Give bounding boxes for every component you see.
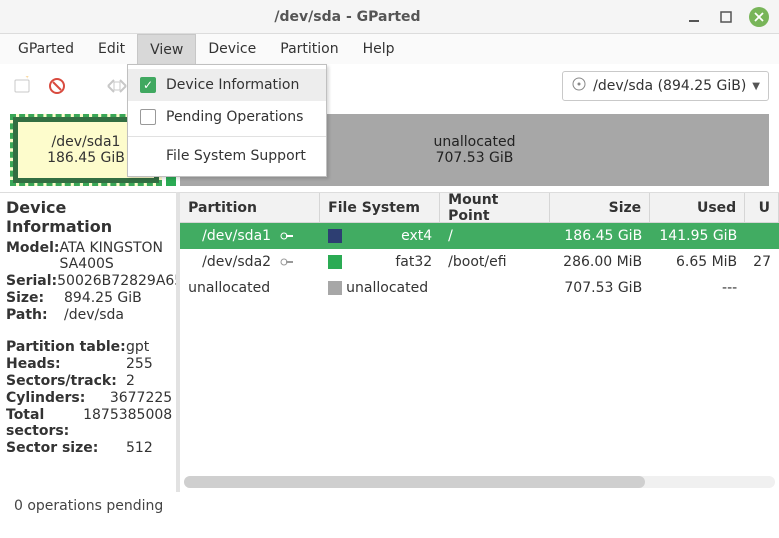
cell-fs: ext4 — [346, 228, 432, 244]
graphic-unalloc-label: unallocated — [434, 134, 516, 150]
col-partition[interactable]: Partition — [180, 193, 320, 222]
menu-partition[interactable]: Partition — [268, 34, 350, 64]
menu-edit[interactable]: Edit — [86, 34, 137, 64]
label-total-sectors: Total sectors: — [6, 407, 83, 439]
cell-mount: /boot/efi — [440, 249, 550, 275]
partition-table-pane: Partition File System Mount Point Size U… — [176, 192, 779, 492]
status-bar: 0 operations pending — [0, 492, 779, 522]
label-sectors-track: Sectors/track: — [6, 373, 126, 389]
view-file-system-support[interactable]: File System Support — [128, 140, 326, 172]
device-info-title: Device Information — [6, 198, 172, 236]
window-controls — [685, 7, 769, 27]
label-cylinders: Cylinders: — [6, 390, 110, 406]
fs-color-swatch — [328, 255, 342, 269]
label-sector-size: Sector size: — [6, 440, 126, 456]
device-info-pane: Device Information Model:ATA KINGSTON SA… — [0, 192, 176, 492]
label-model: Model: — [6, 240, 59, 272]
cell-tail: 27 — [745, 249, 779, 275]
checkbox-off-icon — [140, 109, 156, 125]
graphic-part-label: /dev/sda1 — [52, 134, 121, 150]
label-serial: Serial: — [6, 273, 57, 289]
cell-used: --- — [650, 275, 745, 301]
cell-size: 707.53 GiB — [550, 275, 650, 301]
col-filesystem[interactable]: File System — [320, 193, 440, 222]
menu-gparted[interactable]: GParted — [6, 34, 86, 64]
disk-icon — [571, 76, 587, 96]
device-selector[interactable]: /dev/sda (894.25 GiB) ▼ — [562, 71, 769, 101]
lock-icon — [280, 231, 296, 241]
table-row[interactable]: /dev/sda2 fat32 /boot/efi 286.00 MiB 6.6… — [180, 249, 779, 275]
menu-view[interactable]: View — [137, 34, 196, 64]
value-sectors-track: 2 — [126, 373, 135, 389]
table-row[interactable]: /dev/sda1 ext4 / 186.45 GiB 141.95 GiB — [180, 223, 779, 249]
dropdown-item-label: File System Support — [166, 148, 306, 164]
value-ptable: gpt — [126, 339, 149, 355]
fs-color-swatch — [328, 281, 342, 295]
col-extra[interactable]: U — [745, 193, 779, 222]
lock-icon — [280, 257, 296, 267]
scrollbar-thumb[interactable] — [184, 476, 645, 488]
value-cylinders: 3677225 — [110, 390, 172, 406]
menu-bar: GParted Edit View Device Partition Help — [0, 34, 779, 64]
toolbar: ✦ /dev/sda (894.25 GiB) ▼ — [0, 64, 779, 108]
cell-fs: fat32 — [346, 254, 432, 270]
col-used[interactable]: Used — [650, 193, 745, 222]
cell-fs: unallocated — [346, 280, 428, 296]
cell-partition: /dev/sda1 — [202, 228, 271, 244]
cell-used: 6.65 MiB — [650, 249, 745, 275]
cell-partition: /dev/sda2 — [202, 254, 271, 270]
dropdown-item-label: Device Information — [166, 77, 299, 93]
window-title: /dev/sda - GParted — [10, 9, 685, 25]
value-model: ATA KINGSTON SA400S — [59, 240, 172, 272]
value-serial: 50026B72829A6524 — [57, 273, 176, 289]
value-path: /dev/sda — [64, 307, 124, 323]
value-size: 894.25 GiB — [64, 290, 142, 306]
label-path: Path: — [6, 307, 64, 323]
title-bar: /dev/sda - GParted — [0, 0, 779, 34]
col-size[interactable]: Size — [550, 193, 650, 222]
cell-mount — [440, 275, 550, 301]
partition-graphic: /dev/sda1 186.45 GiB unallocated 707.53 … — [10, 114, 769, 186]
device-selector-label: /dev/sda (894.25 GiB) — [593, 78, 746, 94]
value-sector-size: 512 — [126, 440, 153, 456]
dropdown-separator — [128, 136, 326, 137]
label-size: Size: — [6, 290, 64, 306]
chevron-down-icon: ▼ — [752, 81, 760, 92]
fs-color-swatch — [328, 229, 342, 243]
menu-help[interactable]: Help — [351, 34, 407, 64]
view-pending-operations[interactable]: Pending Operations — [128, 101, 326, 133]
view-dropdown: ✓ Device Information Pending Operations … — [127, 64, 327, 177]
horizontal-scrollbar[interactable] — [184, 476, 775, 488]
table-header: Partition File System Mount Point Size U… — [180, 193, 779, 223]
cell-mount: / — [440, 223, 550, 249]
value-heads: 255 — [126, 356, 153, 372]
status-text: 0 operations pending — [14, 498, 163, 514]
close-button[interactable] — [749, 7, 769, 27]
svg-text:✦: ✦ — [23, 76, 31, 82]
new-partition-icon[interactable]: ✦ — [10, 73, 36, 99]
dropdown-item-label: Pending Operations — [166, 109, 303, 125]
value-total-sectors: 1875385008 — [83, 407, 172, 439]
cell-size: 186.45 GiB — [550, 223, 650, 249]
cell-used: 141.95 GiB — [650, 223, 745, 249]
cell-partition: unallocated — [188, 280, 270, 296]
cell-size: 286.00 MiB — [550, 249, 650, 275]
col-mountpoint[interactable]: Mount Point — [440, 193, 550, 222]
menu-device[interactable]: Device — [196, 34, 268, 64]
label-ptable: Partition table: — [6, 339, 126, 355]
label-heads: Heads: — [6, 356, 126, 372]
maximize-button[interactable] — [717, 8, 735, 26]
graphic-unalloc-size: 707.53 GiB — [436, 150, 514, 166]
graphic-part-size: 186.45 GiB — [47, 150, 125, 166]
checkbox-on-icon: ✓ — [140, 77, 156, 93]
minimize-button[interactable] — [685, 8, 703, 26]
view-device-information[interactable]: ✓ Device Information — [128, 69, 326, 101]
table-row[interactable]: unallocated unallocated 707.53 GiB --- — [180, 275, 779, 301]
delete-partition-icon[interactable] — [44, 73, 70, 99]
